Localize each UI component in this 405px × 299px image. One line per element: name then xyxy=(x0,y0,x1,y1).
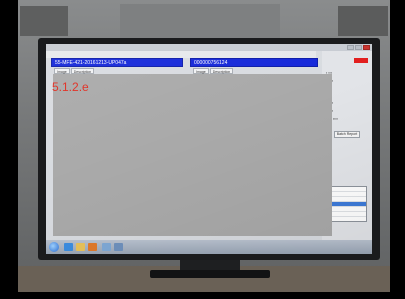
left-record-header: 55-MFE-421-20161213-UP047a xyxy=(51,58,183,67)
folder-icon[interactable] xyxy=(76,243,85,251)
window-title-bar xyxy=(46,44,372,51)
right-record-id: 000000756124 xyxy=(194,60,228,66)
windows-start-icon[interactable] xyxy=(49,242,59,252)
wall-panel xyxy=(120,4,280,38)
app-icon[interactable] xyxy=(102,243,111,251)
menu-bar xyxy=(46,51,316,58)
photo-scene: 55-MFE-421-20161213-UP047a 000000756124 … xyxy=(0,0,405,299)
batch-report-button[interactable]: Batch Report xyxy=(334,131,360,138)
monitor-screen: 55-MFE-421-20161213-UP047a 000000756124 … xyxy=(46,44,372,254)
monitor-stand-base xyxy=(150,270,270,278)
windows-taskbar xyxy=(46,240,372,254)
app-icon[interactable] xyxy=(114,243,123,251)
redaction-label: 5.1.2.e xyxy=(52,80,89,94)
window-controls xyxy=(347,45,370,50)
redaction-box xyxy=(53,74,332,236)
left-record-id: 55-MFE-421-20161213-UP047a xyxy=(55,60,127,66)
minimize-button[interactable] xyxy=(347,45,354,50)
background-shelf-left xyxy=(20,6,68,36)
ie-icon[interactable] xyxy=(64,243,73,251)
status-indicator xyxy=(354,58,368,63)
maximize-button[interactable] xyxy=(355,45,362,50)
results-grid[interactable] xyxy=(327,186,367,222)
grid-row[interactable] xyxy=(328,212,366,217)
right-record-header: 000000756124 xyxy=(190,58,318,67)
close-button[interactable] xyxy=(363,45,370,50)
media-icon[interactable] xyxy=(88,243,97,251)
background-shelf-right xyxy=(338,6,388,36)
